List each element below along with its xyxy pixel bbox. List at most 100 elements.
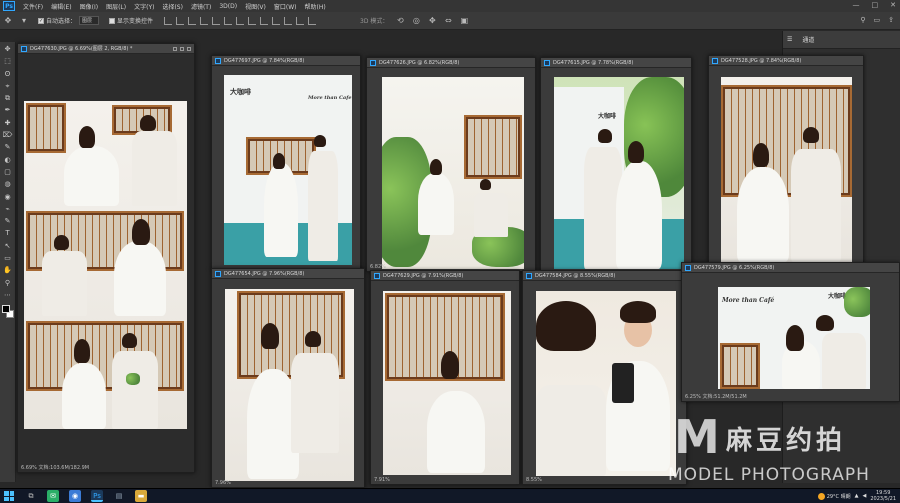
photo-canvas[interactable]: 大咖啡 More than Cafe (224, 75, 352, 265)
brush-tool-icon[interactable]: ⌦ (2, 130, 14, 141)
dock-menu-icon[interactable]: ☰ (787, 36, 792, 43)
auto-select-checkbox[interactable]: ✓ (38, 17, 44, 24)
windows-start-icon[interactable] (4, 491, 14, 501)
more-tools-icon[interactable]: ⋯ (2, 290, 14, 301)
menu-view[interactable]: 视图(V) (241, 2, 270, 11)
clone-stamp-tool-icon[interactable]: ✎ (2, 142, 14, 153)
align-bottom-icon[interactable] (224, 16, 233, 25)
tab-channels[interactable]: 通道 (802, 35, 814, 44)
document-title-bar[interactable]: DG477697.JPG @ 7.84%(RGB/8) (212, 56, 360, 66)
search-icon[interactable]: ⚲ (860, 16, 865, 24)
photo-canvas[interactable] (536, 291, 676, 476)
healing-tool-icon[interactable]: ✚ (2, 118, 14, 129)
document-title-bar[interactable]: DG477615.JPG @ 7.78%(RGB/8) (541, 58, 691, 68)
volume-icon[interactable]: ◀ (863, 493, 867, 499)
3d-drag-icon[interactable]: ✥ (427, 16, 437, 26)
3d-roll-icon[interactable]: ◎ (411, 16, 421, 26)
distribute-6-icon[interactable] (296, 16, 305, 25)
network-icon[interactable]: ▲ (855, 493, 859, 499)
align-top-icon[interactable] (200, 16, 209, 25)
weather-widget[interactable]: 29°C 晴朗 (817, 492, 851, 500)
align-center-icon[interactable] (176, 16, 185, 25)
doc-minimize-icon[interactable] (173, 46, 177, 51)
blur-tool-icon[interactable]: ◉ (2, 192, 14, 203)
photo-canvas[interactable] (383, 291, 511, 475)
workspace-icon[interactable]: ▭ (874, 16, 881, 24)
menu-window[interactable]: 窗口(W) (270, 2, 301, 11)
align-right-icon[interactable] (188, 16, 197, 25)
document-window[interactable]: DG477697.JPG @ 7.84%(RGB/8) 大咖啡 More tha… (211, 55, 361, 270)
document-window[interactable]: DG477579.JPG @ 6.25%(RGB/8) More than Ca… (681, 262, 900, 402)
photo-canvas[interactable]: More than Café 大咖啡 (718, 287, 870, 389)
move-tool-icon[interactable]: ✥ (3, 16, 13, 26)
document-title-bar[interactable]: DG477584.JPG @ 8.55%(RGB/8) (523, 271, 686, 281)
distribute-4-icon[interactable] (272, 16, 281, 25)
close-button[interactable]: ✕ (890, 1, 896, 9)
align-middle-icon[interactable] (212, 16, 221, 25)
wechat-work-icon[interactable]: ◉ (69, 490, 81, 502)
document-title-bar[interactable]: DG477630.JPG @ 6.69%(图层 2, RGB/8) * (18, 44, 194, 54)
distribute-7-icon[interactable] (308, 16, 317, 25)
distribute-2-icon[interactable] (248, 16, 257, 25)
document-window[interactable]: DG477626.JPG @ 6.82%(RGB/8) 6.82% (366, 57, 536, 272)
photo-canvas[interactable]: 大咖啡 (554, 77, 684, 269)
menu-layer[interactable]: 图层(L) (102, 2, 130, 11)
lasso-tool-icon[interactable]: ʘ (2, 69, 14, 80)
dodge-tool-icon[interactable]: ⌁ (2, 204, 14, 215)
doc-maximize-icon[interactable] (180, 46, 184, 51)
menu-type[interactable]: 文字(Y) (130, 2, 158, 11)
photoshop-taskbar-icon[interactable]: Ps (91, 490, 103, 502)
minimize-button[interactable]: — (853, 1, 860, 9)
foreground-color[interactable] (1, 305, 10, 314)
chevron-down-icon[interactable]: ▾ (19, 16, 29, 26)
document-window[interactable]: DG477629.JPG @ 7.91%(RGB/8) 7.91% (370, 270, 520, 485)
menu-image[interactable]: 图像(I) (76, 2, 102, 11)
path-select-tool-icon[interactable]: ↖ (2, 241, 14, 252)
document-title-bar[interactable]: DG477579.JPG @ 6.25%(RGB/8) (682, 263, 899, 273)
auto-select-dropdown[interactable]: 图层 (79, 16, 100, 25)
3d-scale-icon[interactable]: ▣ (459, 16, 469, 26)
distribute-5-icon[interactable] (284, 16, 293, 25)
menu-3d[interactable]: 3D(D) (215, 3, 241, 10)
document-window[interactable]: DG477615.JPG @ 7.78%(RGB/8) 大咖啡 (540, 57, 692, 272)
hand-tool-icon[interactable]: ✋ (2, 265, 14, 276)
document-window[interactable]: DG477584.JPG @ 8.55%(RGB/8) 8.55% (522, 270, 687, 485)
doc-close-icon[interactable] (187, 46, 191, 51)
pen-tool-icon[interactable]: ✎ (2, 216, 14, 227)
zoom-tool-icon[interactable]: ⚲ (2, 278, 14, 289)
type-tool-icon[interactable]: T (2, 228, 14, 239)
crop-tool-icon[interactable]: ⧉ (2, 93, 14, 104)
history-brush-tool-icon[interactable]: ◐ (2, 155, 14, 166)
color-swatches[interactable] (1, 305, 14, 319)
wechat-icon[interactable]: ✉ (47, 490, 59, 502)
distribute-icon[interactable] (236, 16, 245, 25)
document-title-bar[interactable]: DG477528.JPG @ 7.84%(RGB/8) (709, 56, 863, 66)
3d-slide-icon[interactable]: ⇔ (443, 16, 453, 26)
file-explorer-icon[interactable]: ▤ (113, 490, 125, 502)
align-left-icon[interactable] (164, 16, 173, 25)
clock[interactable]: 19:59 2023/5/21 (870, 490, 896, 502)
maximize-button[interactable]: □ (872, 1, 879, 9)
menu-help[interactable]: 帮助(H) (301, 2, 330, 11)
move-tool-icon[interactable]: ✥ (2, 44, 14, 55)
photo-canvas[interactable] (382, 77, 524, 269)
menu-select[interactable]: 选择(S) (158, 2, 187, 11)
document-title-bar[interactable]: DG477629.JPG @ 7.91%(RGB/8) (371, 271, 519, 281)
photo-canvas[interactable] (721, 77, 852, 262)
document-window[interactable]: DG477528.JPG @ 7.84%(RGB/8) (708, 55, 864, 263)
eyedropper-tool-icon[interactable]: ✒ (2, 105, 14, 116)
menu-edit[interactable]: 编辑(E) (47, 2, 75, 11)
document-window[interactable]: DG477654.JPG @ 7.96%(RGB/8) 7.96% (211, 268, 365, 488)
shape-tool-icon[interactable]: ▭ (2, 253, 14, 264)
photo-canvas[interactable] (225, 289, 354, 481)
quick-select-tool-icon[interactable]: ⌖ (2, 81, 14, 92)
distribute-3-icon[interactable] (260, 16, 269, 25)
menu-filter[interactable]: 滤镜(T) (187, 2, 215, 11)
document-title-bar[interactable]: DG477654.JPG @ 7.96%(RGB/8) (212, 269, 364, 279)
show-transform-checkbox[interactable] (109, 17, 116, 24)
marquee-tool-icon[interactable]: ⬚ (2, 56, 14, 67)
eraser-tool-icon[interactable]: ▢ (2, 167, 14, 178)
folder-icon[interactable]: ▬ (135, 490, 147, 502)
task-view-icon[interactable]: ⧉ (25, 490, 37, 502)
gradient-tool-icon[interactable]: ◍ (2, 179, 14, 190)
